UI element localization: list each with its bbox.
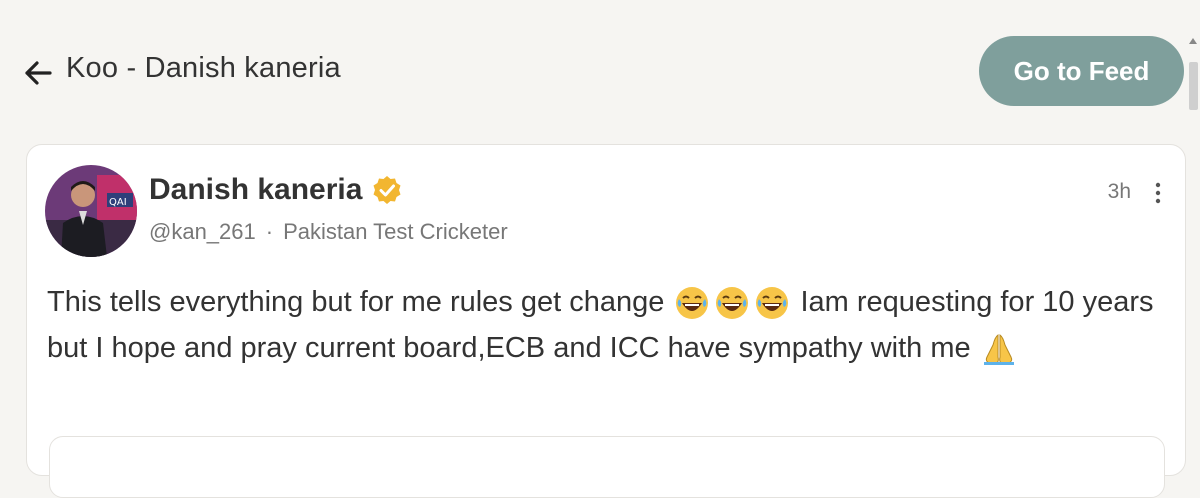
post-time: 3h [1107,180,1131,203]
laughing-tears-icon [756,287,789,320]
post-text-part1: This tells everything but for me rules g… [47,286,673,318]
author-meta: @kan_261 · Pakistan Test Cricketer [149,219,508,245]
laughing-tears-icon [676,287,709,320]
author-row: Danish kaneria [149,173,402,207]
meta-separator: · [265,219,274,244]
author-name[interactable]: Danish kaneria [149,173,362,207]
folded-hands-icon [983,334,1014,366]
page-title: Koo - Danish kaneria [66,52,341,84]
go-to-feed-button[interactable]: Go to Feed [979,36,1184,106]
scrollbar-thumb[interactable] [1189,62,1198,110]
avatar[interactable]: QAI [45,165,137,257]
svg-text:QAI: QAI [109,197,127,208]
back-arrow-icon[interactable] [22,57,54,89]
verified-badge-icon [373,176,401,204]
post-text: This tells everything but for me rules g… [47,279,1167,371]
author-bio: Pakistan Test Cricketer [283,219,508,244]
post-card: QAI Danish kaneria @kan_261 · Pakistan T… [26,144,1186,498]
laughing-tears-icon [716,287,749,320]
author-handle[interactable]: @kan_261 [149,219,256,245]
top-bar: Koo - Danish kaneria Go to Feed [0,0,1200,140]
more-options-icon[interactable] [1153,181,1163,205]
scroll-up-arrow-icon[interactable] [1189,38,1197,44]
embedded-content-card[interactable] [49,436,1165,498]
